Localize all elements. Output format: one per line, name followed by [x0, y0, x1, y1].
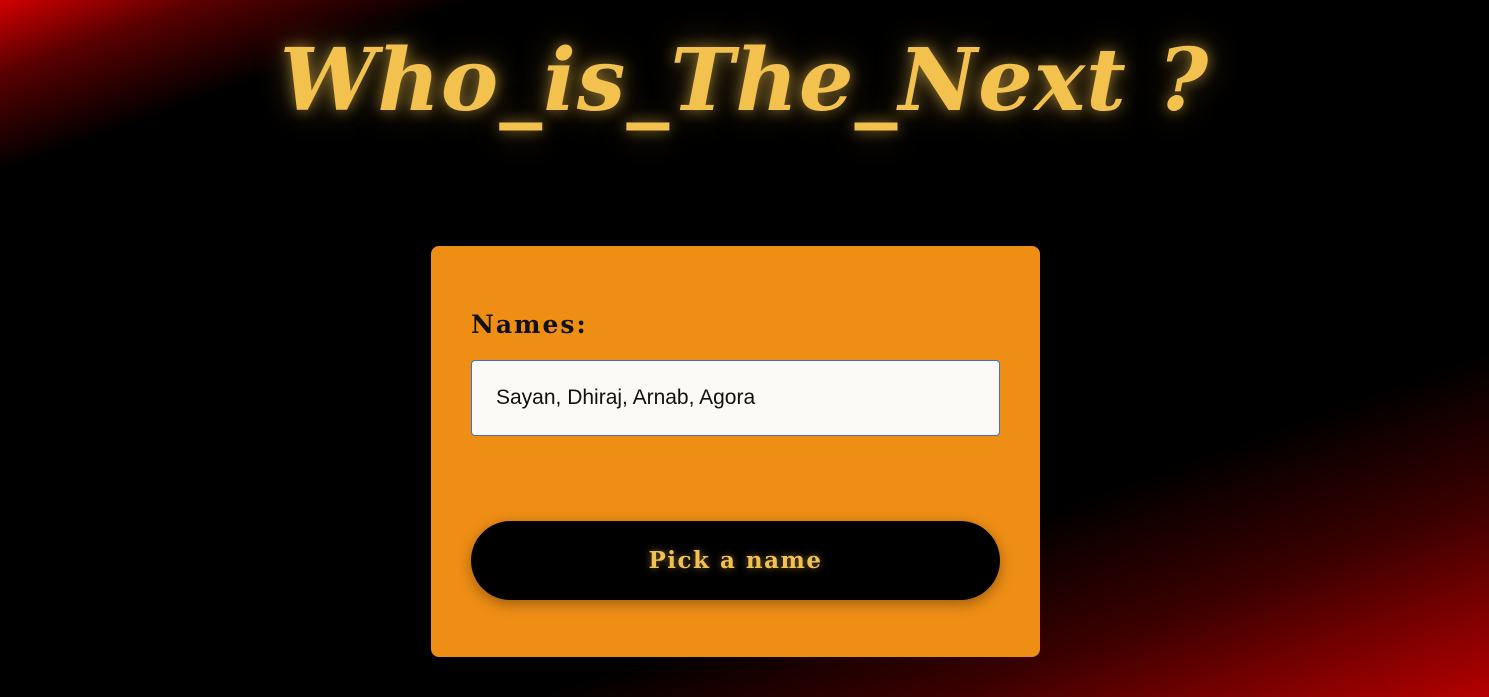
- name-picker-card: Names: Pick a name: [431, 246, 1040, 657]
- page-title: Who_is_The_Next ?: [279, 30, 1210, 131]
- names-label: Names:: [471, 310, 588, 339]
- names-input[interactable]: [471, 360, 1000, 436]
- pick-name-button[interactable]: Pick a name: [471, 521, 1000, 600]
